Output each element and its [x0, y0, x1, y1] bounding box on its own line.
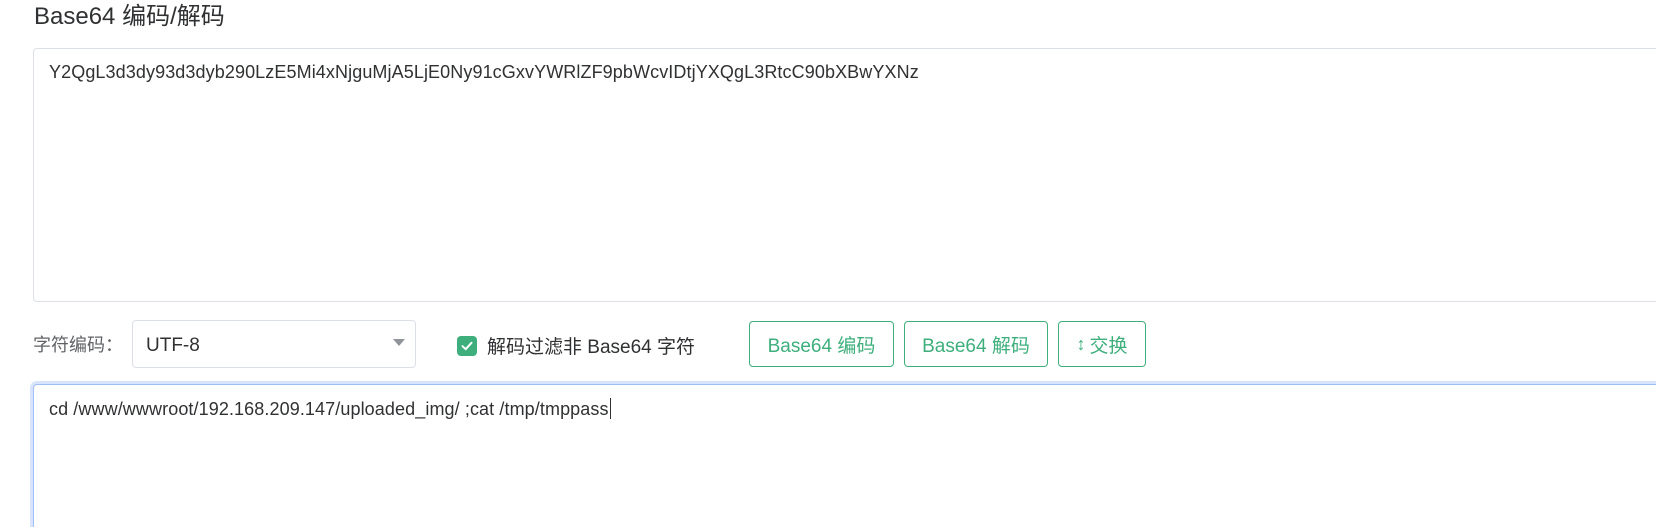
base64-encode-button[interactable]: Base64 编码: [749, 321, 894, 367]
page-title: Base64 编码/解码: [34, 3, 225, 30]
text-caret: [609, 398, 611, 419]
charset-select[interactable]: UTF-8: [132, 320, 416, 368]
output-text-line: cd /www/wwwroot/192.168.209.147/uploaded…: [49, 398, 611, 420]
check-icon: [461, 341, 473, 350]
filter-checkbox-label: 解码过滤非 Base64 字符: [487, 337, 695, 358]
output-text: cd /www/wwwroot/192.168.209.147/uploaded…: [49, 399, 609, 419]
swap-vertical-icon: ↕: [1076, 333, 1086, 354]
base64-tool-page: Base64 编码/解码 Y2QgL3d3dy93d3dyb290LzE5Mi4…: [0, 0, 1656, 527]
base64-decode-button[interactable]: Base64 解码: [904, 321, 1048, 367]
input-textarea[interactable]: Y2QgL3d3dy93d3dyb290LzE5Mi4xNjguMjA5LjE0…: [33, 48, 1656, 302]
swap-button[interactable]: ↕ 交换: [1058, 321, 1146, 367]
charset-label: 字符编码：: [33, 335, 123, 355]
input-text: Y2QgL3d3dy93d3dyb290LzE5Mi4xNjguMjA5LjE0…: [49, 62, 919, 82]
charset-select-value: UTF-8: [146, 335, 200, 356]
output-textarea[interactable]: cd /www/wwwroot/192.168.209.147/uploaded…: [33, 384, 1656, 527]
chevron-down-icon: [393, 339, 405, 346]
filter-checkbox[interactable]: 解码过滤非 Base64 字符: [457, 332, 695, 359]
checkbox-checked-icon[interactable]: [457, 335, 477, 356]
swap-button-label: 交换: [1089, 335, 1128, 357]
